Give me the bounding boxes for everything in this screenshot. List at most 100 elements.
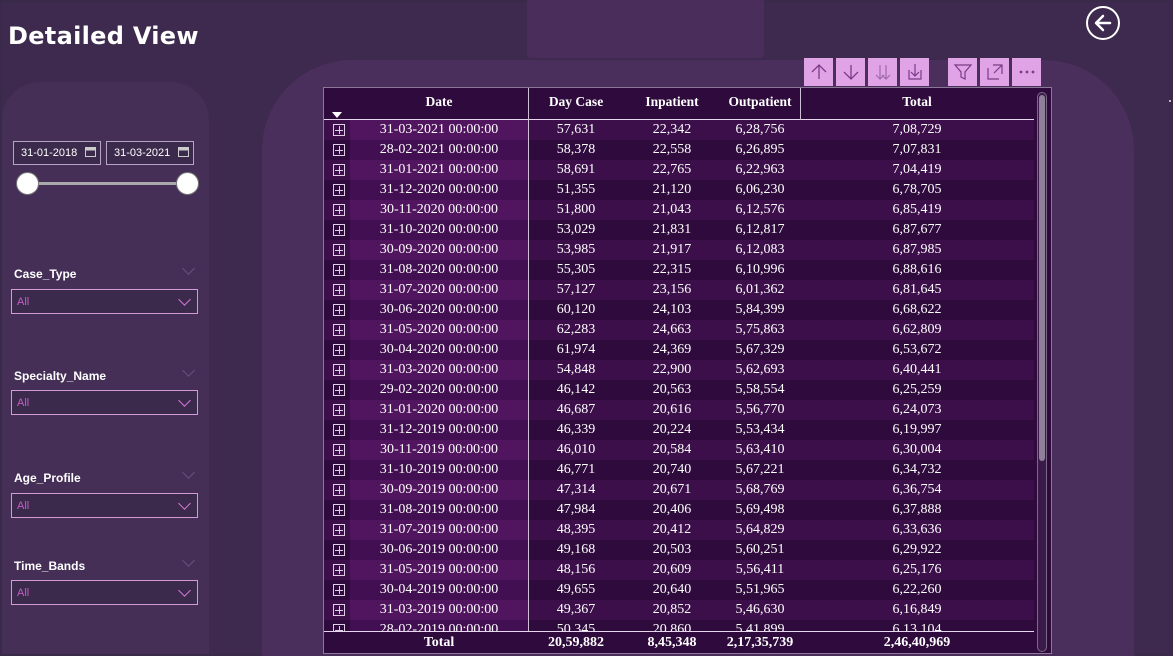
drill-down-button[interactable] bbox=[836, 58, 865, 86]
date-range-slider[interactable] bbox=[28, 182, 187, 185]
column-header-outpatient[interactable]: Outpatient bbox=[722, 94, 798, 110]
expand-row-icon[interactable] bbox=[333, 164, 345, 176]
table-row[interactable]: 31-03-2019 00:00:00 49,367 20,852 5,46,630 6… bbox=[324, 600, 1034, 620]
expand-row-icon[interactable] bbox=[333, 464, 345, 476]
expand-row-icon[interactable] bbox=[333, 324, 345, 336]
expand-row-icon[interactable] bbox=[333, 224, 345, 236]
day-case-cell: 57,127 bbox=[556, 282, 596, 297]
day-case-cell: 62,283 bbox=[556, 322, 596, 337]
age-profile-label: Age_Profile bbox=[14, 471, 81, 485]
date-cell: 31-05-2019 00:00:00 bbox=[379, 562, 499, 577]
next-level-button[interactable] bbox=[868, 58, 897, 86]
end-date-input[interactable]: 31-03-2021 bbox=[106, 141, 194, 165]
table-row[interactable]: 30-06-2020 00:00:00 60,120 24,103 5,84,399 6… bbox=[324, 300, 1034, 320]
expand-row-icon[interactable] bbox=[333, 184, 345, 196]
total-cell: 6,40,441 bbox=[892, 362, 942, 377]
table-row[interactable]: 31-01-2020 00:00:00 46,687 20,616 5,56,770 6… bbox=[324, 400, 1034, 420]
table-row[interactable]: 31-08-2020 00:00:00 55,305 22,315 6,10,996 6… bbox=[324, 260, 1034, 280]
total-cell: 6,22,260 bbox=[892, 582, 942, 597]
focus-mode-button[interactable] bbox=[980, 58, 1009, 86]
expand-row-icon[interactable] bbox=[333, 544, 345, 556]
expand-row-icon[interactable] bbox=[333, 444, 345, 456]
expand-row-icon[interactable] bbox=[333, 264, 345, 276]
day-case-cell: 46,142 bbox=[556, 382, 596, 397]
expand-row-icon[interactable] bbox=[333, 284, 345, 296]
expand-row-icon[interactable] bbox=[333, 504, 345, 516]
column-header-date[interactable]: Date bbox=[350, 94, 528, 110]
table-row[interactable]: 31-10-2020 00:00:00 53,029 21,831 6,12,817 6… bbox=[324, 220, 1034, 240]
expand-row-icon[interactable] bbox=[333, 244, 345, 256]
slider-end-handle[interactable] bbox=[176, 172, 199, 195]
slider-start-handle[interactable] bbox=[16, 172, 39, 195]
table-row[interactable]: 31-03-2021 00:00:00 57,631 22,342 6,28,756 7… bbox=[324, 120, 1034, 140]
column-header-total[interactable]: Total bbox=[800, 94, 1034, 110]
expand-row-icon[interactable] bbox=[333, 564, 345, 576]
table-row[interactable]: 31-07-2019 00:00:00 48,395 20,412 5,64,829 6… bbox=[324, 520, 1034, 540]
expand-row-icon[interactable] bbox=[333, 384, 345, 396]
table-row[interactable]: 28-02-2021 00:00:00 58,378 22,558 6,26,895 7… bbox=[324, 140, 1034, 160]
filter-icon bbox=[953, 64, 972, 80]
drill-up-button[interactable] bbox=[804, 58, 833, 86]
calendar-icon[interactable] bbox=[178, 147, 189, 157]
column-header-day-case[interactable]: Day Case bbox=[530, 94, 622, 110]
table-row[interactable]: 30-11-2019 00:00:00 46,010 20,584 5,63,410 6… bbox=[324, 440, 1034, 460]
start-date-input[interactable]: 31-01-2018 bbox=[13, 141, 101, 165]
table-row[interactable]: 30-09-2020 00:00:00 53,985 21,917 6,12,083 6… bbox=[324, 240, 1034, 260]
expand-row-icon[interactable] bbox=[333, 144, 345, 156]
table-row[interactable]: 31-01-2021 00:00:00 58,691 22,765 6,22,963 7… bbox=[324, 160, 1034, 180]
back-button[interactable] bbox=[1086, 6, 1120, 40]
expand-row-icon[interactable] bbox=[333, 404, 345, 416]
expand-row-icon[interactable] bbox=[333, 424, 345, 436]
date-cell: 31-10-2020 00:00:00 bbox=[379, 222, 499, 237]
outpatient-cell: 6,28,756 bbox=[735, 122, 785, 137]
table-row[interactable]: 31-03-2020 00:00:00 54,848 22,900 5,62,693 6… bbox=[324, 360, 1034, 380]
expand-row-icon[interactable] bbox=[333, 524, 345, 536]
expand-row-icon[interactable] bbox=[333, 584, 345, 596]
table-row[interactable]: 30-09-2019 00:00:00 47,314 20,671 5,68,769 6… bbox=[324, 480, 1034, 500]
age-profile-dropdown[interactable]: All bbox=[11, 493, 198, 518]
vertical-scrollbar[interactable] bbox=[1037, 92, 1047, 652]
table-row[interactable]: 31-08-2019 00:00:00 47,984 20,406 5,69,498 6… bbox=[324, 500, 1034, 520]
filter-button[interactable] bbox=[948, 58, 977, 86]
table-row[interactable]: 31-12-2019 00:00:00 46,339 20,224 5,53,434 6… bbox=[324, 420, 1034, 440]
specialty-name-label: Specialty_Name bbox=[14, 369, 107, 383]
inpatient-cell: 20,503 bbox=[652, 542, 692, 557]
edge-marker bbox=[1169, 100, 1171, 102]
scrollbar-thumb[interactable] bbox=[1039, 95, 1045, 461]
total-cell: 6,81,645 bbox=[892, 282, 942, 297]
outpatient-cell: 5,84,399 bbox=[735, 302, 785, 317]
focus-mode-icon bbox=[986, 64, 1003, 80]
time-bands-dropdown[interactable]: All bbox=[11, 580, 198, 605]
table-row[interactable]: 31-07-2020 00:00:00 57,127 23,156 6,01,362 6… bbox=[324, 280, 1034, 300]
total-cell: 6,16,849 bbox=[892, 602, 942, 617]
sort-descending-icon[interactable] bbox=[332, 112, 342, 118]
expand-level-button[interactable] bbox=[900, 58, 929, 86]
table-row[interactable]: 30-11-2020 00:00:00 51,800 21,043 6,12,576 6… bbox=[324, 200, 1034, 220]
table-row[interactable]: 30-06-2019 00:00:00 49,168 20,503 5,60,251 6… bbox=[324, 540, 1034, 560]
outpatient-cell: 6,10,996 bbox=[735, 262, 785, 277]
expand-row-icon[interactable] bbox=[333, 604, 345, 616]
column-header-inpatient[interactable]: Inpatient bbox=[622, 94, 722, 110]
inpatient-cell: 20,412 bbox=[652, 522, 692, 537]
expand-row-icon[interactable] bbox=[333, 204, 345, 216]
expand-row-icon[interactable] bbox=[333, 124, 345, 136]
table-row[interactable]: 31-05-2020 00:00:00 62,283 24,663 5,75,863 6… bbox=[324, 320, 1034, 340]
more-options-button[interactable] bbox=[1012, 58, 1041, 86]
total-inpatient: 8,45,348 bbox=[647, 635, 697, 650]
outpatient-cell: 5,75,863 bbox=[735, 322, 785, 337]
expand-row-icon[interactable] bbox=[333, 364, 345, 376]
specialty-name-dropdown[interactable]: All bbox=[11, 390, 198, 415]
expand-row-icon[interactable] bbox=[333, 484, 345, 496]
table-row[interactable]: 31-10-2019 00:00:00 46,771 20,740 5,67,221 6… bbox=[324, 460, 1034, 480]
expand-row-icon[interactable] bbox=[333, 344, 345, 356]
table-row[interactable]: 29-02-2020 00:00:00 46,142 20,563 5,58,554 6… bbox=[324, 380, 1034, 400]
table-row[interactable]: 30-04-2019 00:00:00 49,655 20,640 5,51,965 6… bbox=[324, 580, 1034, 600]
table-row[interactable]: 31-05-2019 00:00:00 48,156 20,609 5,56,411 6… bbox=[324, 560, 1034, 580]
day-case-cell: 46,010 bbox=[556, 442, 596, 457]
table-row[interactable]: 30-04-2020 00:00:00 61,974 24,369 5,67,329 6… bbox=[324, 340, 1034, 360]
expand-row-icon[interactable] bbox=[333, 304, 345, 316]
calendar-icon[interactable] bbox=[85, 147, 96, 157]
table-row[interactable]: 31-12-2020 00:00:00 51,355 21,120 6,06,230 6… bbox=[324, 180, 1034, 200]
date-cell: 30-04-2019 00:00:00 bbox=[379, 582, 499, 597]
case-type-dropdown[interactable]: All bbox=[11, 289, 198, 314]
